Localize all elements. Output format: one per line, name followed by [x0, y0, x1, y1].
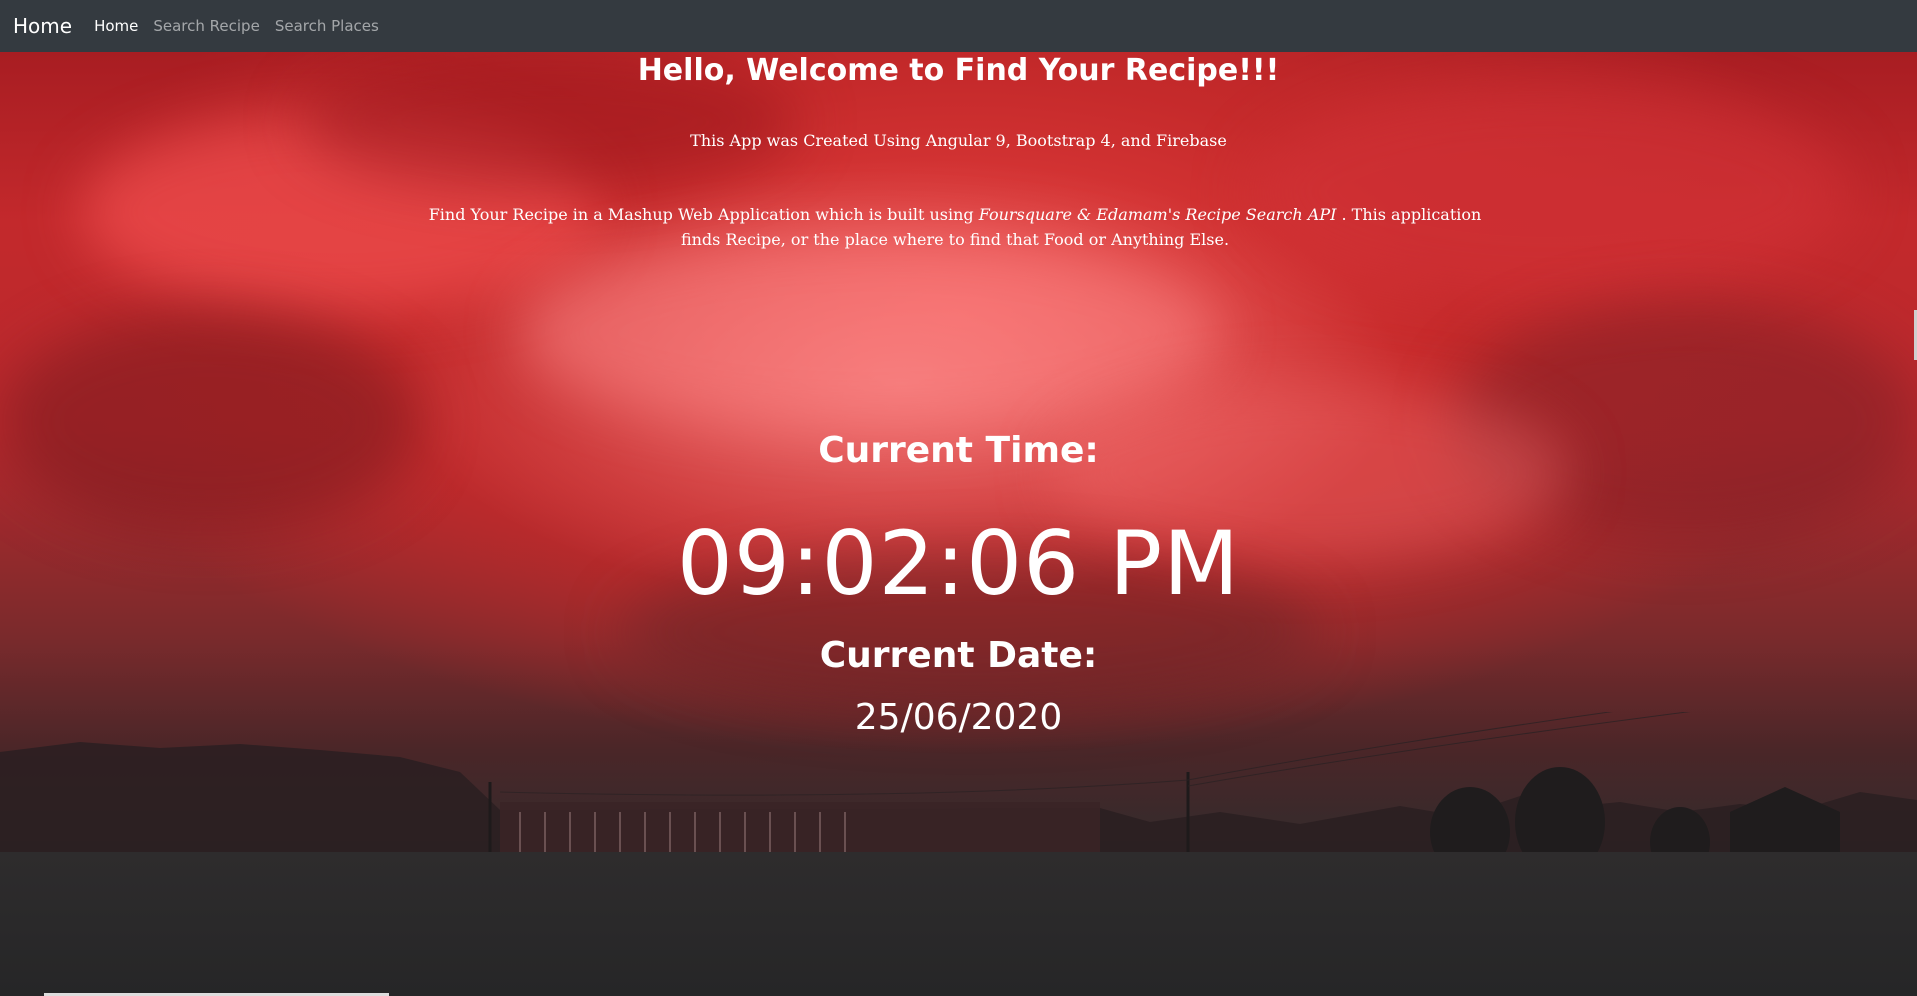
description-before: Find Your Recipe in a Mashup Web Applica… [428, 205, 979, 224]
app-name-highlight: Find Your Recipe!!! [954, 53, 1280, 88]
nav-link-search-places[interactable]: Search Places [275, 17, 379, 35]
description-api-emphasis: Foursquare & Edamam's Recipe Search API [978, 205, 1337, 224]
current-date-label: Current Date: [819, 635, 1098, 676]
tech-stack-text: This App was Created Using Angular 9, Bo… [690, 131, 1227, 150]
current-date-value: 25/06/2020 [854, 697, 1063, 738]
app-description: Find Your Recipe in a Mashup Web Applica… [410, 202, 1500, 252]
welcome-heading: Hello, Welcome to Find Your Recipe!!! [0, 53, 1917, 88]
top-navbar: Home Home Search Recipe Search Places [0, 0, 1917, 52]
hero-content: Hello, Welcome to Find Your Recipe!!! Th… [0, 52, 1917, 996]
page: Home Home Search Recipe Search Places He… [0, 0, 1917, 996]
nav-link-search-recipe[interactable]: Search Recipe [153, 17, 259, 35]
current-time-label: Current Time: [818, 430, 1099, 471]
welcome-prefix: Hello, Welcome to [637, 53, 955, 88]
current-time-value: 09:02:06 PM [676, 512, 1241, 615]
nav-link-home[interactable]: Home [94, 17, 138, 35]
navbar-brand-home[interactable]: Home [13, 14, 72, 38]
